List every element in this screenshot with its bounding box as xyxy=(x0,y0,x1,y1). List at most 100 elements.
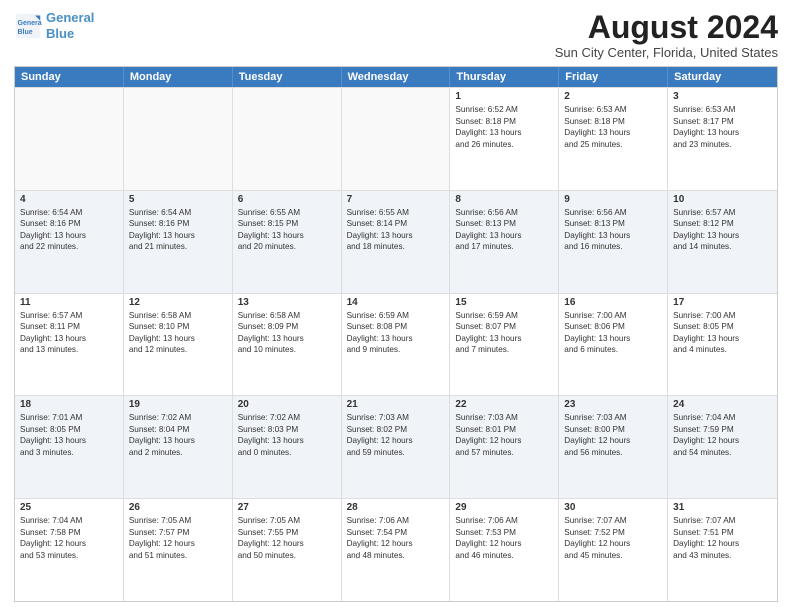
cal-cell: 28Sunrise: 7:06 AM Sunset: 7:54 PM Dayli… xyxy=(342,499,451,601)
logo: General Blue General Blue xyxy=(14,10,94,41)
logo-text: General Blue xyxy=(46,10,94,41)
day-number: 8 xyxy=(455,194,553,205)
cal-header-day: Saturday xyxy=(668,67,777,87)
day-number: 28 xyxy=(347,502,445,513)
day-info: Sunrise: 7:05 AM Sunset: 7:55 PM Dayligh… xyxy=(238,515,336,561)
day-number: 19 xyxy=(129,399,227,410)
logo-icon: General Blue xyxy=(14,12,42,40)
day-info: Sunrise: 6:58 AM Sunset: 8:10 PM Dayligh… xyxy=(129,310,227,356)
cal-row: 1Sunrise: 6:52 AM Sunset: 8:18 PM Daylig… xyxy=(15,87,777,190)
cal-cell: 1Sunrise: 6:52 AM Sunset: 8:18 PM Daylig… xyxy=(450,88,559,190)
cal-cell: 10 Sunrise: 6:57 AM Sunset: 8:12 PM Dayli… xyxy=(668,191,777,293)
cal-header-day: Sunday xyxy=(15,67,124,87)
day-info: Sunrise: 6:56 AM Sunset: 8:13 PM Dayligh… xyxy=(564,207,662,253)
cal-cell: 2Sunrise: 6:53 AM Sunset: 8:18 PM Daylig… xyxy=(559,88,668,190)
cal-cell: 26 Sunrise: 7:05 AM Sunset: 7:57 PM Dayli… xyxy=(124,499,233,601)
day-number: 3 xyxy=(673,91,772,102)
cal-cell: 14Sunrise: 6:59 AM Sunset: 8:08 PM Dayli… xyxy=(342,294,451,396)
title-block: August 2024 Sun City Center, Florida, Un… xyxy=(555,10,778,60)
day-info: Sunrise: 7:03 AM Sunset: 8:00 PM Dayligh… xyxy=(564,412,662,458)
day-info: Sunrise: 7:05 AM Sunset: 7:57 PM Dayligh… xyxy=(129,515,227,561)
cal-cell: 15 Sunrise: 6:59 AM Sunset: 8:07 PM Dayli… xyxy=(450,294,559,396)
cal-cell: 3 Sunrise: 6:53 AM Sunset: 8:17 PM Daylig… xyxy=(668,88,777,190)
cal-cell: 30Sunrise: 7:07 AM Sunset: 7:52 PM Dayli… xyxy=(559,499,668,601)
cal-cell: 25 Sunrise: 7:04 AM Sunset: 7:58 PM Dayli… xyxy=(15,499,124,601)
day-info: Sunrise: 6:57 AM Sunset: 8:12 PM Dayligh… xyxy=(673,207,772,253)
day-info: Sunrise: 7:04 AM Sunset: 7:58 PM Dayligh… xyxy=(20,515,118,561)
day-number: 31 xyxy=(673,502,772,513)
calendar-header: SundayMondayTuesdayWednesdayThursdayFrid… xyxy=(15,67,777,87)
cal-cell: 12 Sunrise: 6:58 AM Sunset: 8:10 PM Dayli… xyxy=(124,294,233,396)
day-number: 16 xyxy=(564,297,662,308)
day-info: Sunrise: 7:03 AM Sunset: 8:02 PM Dayligh… xyxy=(347,412,445,458)
cal-cell: 27 Sunrise: 7:05 AM Sunset: 7:55 PM Dayli… xyxy=(233,499,342,601)
calendar-body: 1Sunrise: 6:52 AM Sunset: 8:18 PM Daylig… xyxy=(15,87,777,601)
svg-text:Blue: Blue xyxy=(18,28,33,35)
day-info: Sunrise: 6:55 AM Sunset: 8:14 PM Dayligh… xyxy=(347,207,445,253)
day-number: 22 xyxy=(455,399,553,410)
cal-cell: 18Sunrise: 7:01 AM Sunset: 8:05 PM Dayli… xyxy=(15,396,124,498)
cal-cell: 23Sunrise: 7:03 AM Sunset: 8:00 PM Dayli… xyxy=(559,396,668,498)
day-number: 6 xyxy=(238,194,336,205)
cal-row: 11Sunrise: 6:57 AM Sunset: 8:11 PM Dayli… xyxy=(15,293,777,396)
day-number: 20 xyxy=(238,399,336,410)
day-number: 4 xyxy=(20,194,118,205)
calendar: SundayMondayTuesdayWednesdayThursdayFrid… xyxy=(14,66,778,602)
day-number: 24 xyxy=(673,399,772,410)
cal-cell: 6 Sunrise: 6:55 AM Sunset: 8:15 PM Daylig… xyxy=(233,191,342,293)
day-info: Sunrise: 6:53 AM Sunset: 8:17 PM Dayligh… xyxy=(673,104,772,150)
cal-cell: 21 Sunrise: 7:03 AM Sunset: 8:02 PM Dayli… xyxy=(342,396,451,498)
day-number: 21 xyxy=(347,399,445,410)
cal-cell: 9 Sunrise: 6:56 AM Sunset: 8:13 PM Daylig… xyxy=(559,191,668,293)
day-info: Sunrise: 7:02 AM Sunset: 8:04 PM Dayligh… xyxy=(129,412,227,458)
day-number: 14 xyxy=(347,297,445,308)
day-info: Sunrise: 6:59 AM Sunset: 8:07 PM Dayligh… xyxy=(455,310,553,356)
day-number: 1 xyxy=(455,91,553,102)
day-number: 27 xyxy=(238,502,336,513)
day-number: 17 xyxy=(673,297,772,308)
cal-cell: 20 Sunrise: 7:02 AM Sunset: 8:03 PM Dayli… xyxy=(233,396,342,498)
day-number: 29 xyxy=(455,502,553,513)
cal-row: 18Sunrise: 7:01 AM Sunset: 8:05 PM Dayli… xyxy=(15,395,777,498)
day-number: 15 xyxy=(455,297,553,308)
cal-cell xyxy=(124,88,233,190)
day-number: 7 xyxy=(347,194,445,205)
day-info: Sunrise: 7:00 AM Sunset: 8:06 PM Dayligh… xyxy=(564,310,662,356)
day-number: 25 xyxy=(20,502,118,513)
cal-row: 4 Sunrise: 6:54 AM Sunset: 8:16 PM Daylig… xyxy=(15,190,777,293)
day-info: Sunrise: 7:02 AM Sunset: 8:03 PM Dayligh… xyxy=(238,412,336,458)
day-number: 26 xyxy=(129,502,227,513)
cal-cell: 22 Sunrise: 7:03 AM Sunset: 8:01 PM Dayli… xyxy=(450,396,559,498)
day-info: Sunrise: 7:07 AM Sunset: 7:51 PM Dayligh… xyxy=(673,515,772,561)
cal-cell: 7 Sunrise: 6:55 AM Sunset: 8:14 PM Daylig… xyxy=(342,191,451,293)
day-info: Sunrise: 6:54 AM Sunset: 8:16 PM Dayligh… xyxy=(20,207,118,253)
page: General Blue General Blue August 2024 Su… xyxy=(0,0,792,612)
cal-cell: 8 Sunrise: 6:56 AM Sunset: 8:13 PM Daylig… xyxy=(450,191,559,293)
cal-cell: 31 Sunrise: 7:07 AM Sunset: 7:51 PM Dayli… xyxy=(668,499,777,601)
day-info: Sunrise: 7:00 AM Sunset: 8:05 PM Dayligh… xyxy=(673,310,772,356)
day-info: Sunrise: 6:57 AM Sunset: 8:11 PM Dayligh… xyxy=(20,310,118,356)
day-info: Sunrise: 7:07 AM Sunset: 7:52 PM Dayligh… xyxy=(564,515,662,561)
header: General Blue General Blue August 2024 Su… xyxy=(14,10,778,60)
subtitle: Sun City Center, Florida, United States xyxy=(555,45,778,60)
cal-row: 25 Sunrise: 7:04 AM Sunset: 7:58 PM Dayli… xyxy=(15,498,777,601)
day-info: Sunrise: 7:04 AM Sunset: 7:59 PM Dayligh… xyxy=(673,412,772,458)
main-title: August 2024 xyxy=(555,10,778,45)
day-number: 10 xyxy=(673,194,772,205)
cal-cell xyxy=(342,88,451,190)
cal-cell: 13Sunrise: 6:58 AM Sunset: 8:09 PM Dayli… xyxy=(233,294,342,396)
day-info: Sunrise: 6:55 AM Sunset: 8:15 PM Dayligh… xyxy=(238,207,336,253)
cal-cell: 29Sunrise: 7:06 AM Sunset: 7:53 PM Dayli… xyxy=(450,499,559,601)
day-number: 18 xyxy=(20,399,118,410)
cal-header-day: Monday xyxy=(124,67,233,87)
day-info: Sunrise: 7:03 AM Sunset: 8:01 PM Dayligh… xyxy=(455,412,553,458)
day-number: 12 xyxy=(129,297,227,308)
day-number: 9 xyxy=(564,194,662,205)
cal-cell xyxy=(233,88,342,190)
day-info: Sunrise: 6:56 AM Sunset: 8:13 PM Dayligh… xyxy=(455,207,553,253)
day-number: 5 xyxy=(129,194,227,205)
cal-cell: 19 Sunrise: 7:02 AM Sunset: 8:04 PM Dayli… xyxy=(124,396,233,498)
cal-header-day: Thursday xyxy=(450,67,559,87)
cal-cell: 24 Sunrise: 7:04 AM Sunset: 7:59 PM Dayli… xyxy=(668,396,777,498)
cal-header-day: Friday xyxy=(559,67,668,87)
